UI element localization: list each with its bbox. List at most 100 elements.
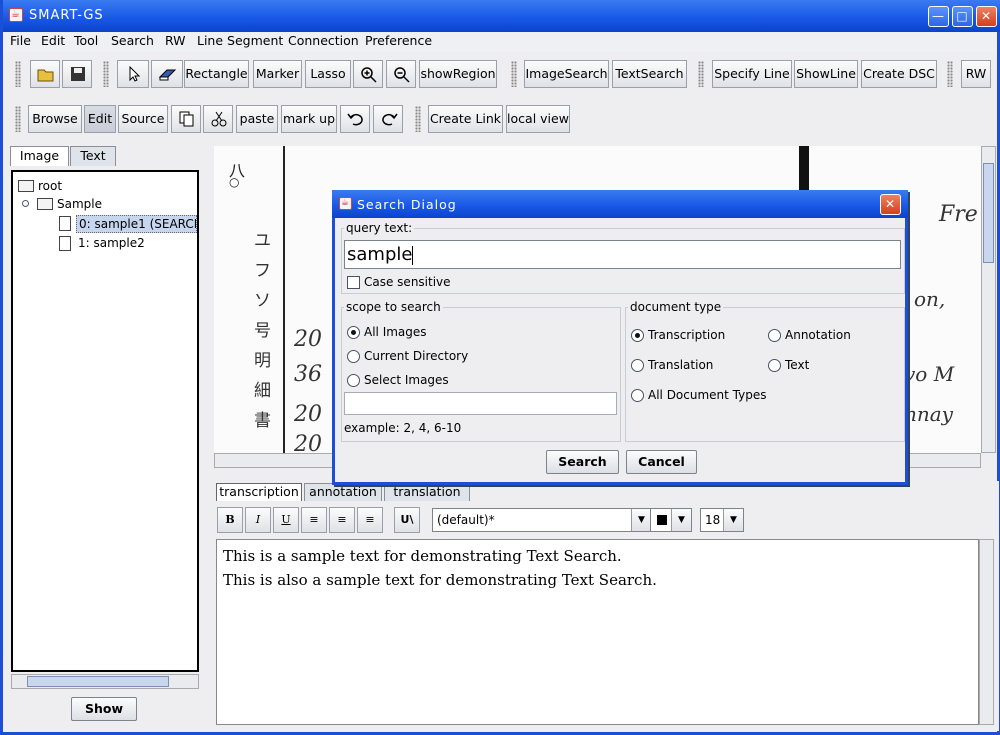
doctype-annotation-radio[interactable] — [768, 329, 781, 342]
menu-search[interactable]: Search — [111, 33, 154, 48]
menu-line-segment[interactable]: Line Segment — [197, 33, 283, 48]
underline-button[interactable]: U — [273, 507, 299, 533]
create-link-button[interactable]: Create Link — [428, 105, 503, 133]
rectangle-button[interactable]: Rectangle — [184, 60, 249, 88]
svg-text:20: 20 — [293, 402, 322, 427]
scope-select-images-radio[interactable] — [347, 374, 360, 387]
create-dsc-button[interactable]: Create DSC — [861, 60, 937, 88]
menu-tool[interactable]: Tool — [74, 33, 98, 48]
align-left-button[interactable]: ≡ — [301, 507, 327, 533]
align-center-icon: ≡ — [337, 513, 347, 526]
tab-translation[interactable]: translation — [384, 483, 470, 501]
browse-mode-button[interactable]: Browse — [28, 105, 82, 133]
toolbar-grip[interactable] — [415, 106, 421, 132]
font-size-select[interactable]: 18 ▼ — [700, 508, 744, 532]
image-search-button[interactable]: ImageSearch — [524, 60, 609, 88]
doctype-transcription-radio[interactable] — [631, 329, 644, 342]
minimize-button[interactable]: — — [928, 6, 949, 27]
scrollbar-thumb[interactable] — [27, 676, 169, 687]
menu-connection[interactable]: Connection — [288, 33, 359, 48]
edit-mode-button[interactable]: Edit — [84, 105, 116, 133]
transcription-text-area[interactable]: This is a sample text for demonstrating … — [216, 539, 979, 725]
local-view-button[interactable]: local view — [506, 105, 570, 133]
query-input-value: sample — [347, 244, 413, 265]
maximize-button[interactable]: □ — [952, 6, 973, 27]
zoom-out-button[interactable] — [386, 60, 416, 88]
editor-vertical-scrollbar[interactable] — [979, 539, 994, 725]
tab-text[interactable]: Text — [70, 146, 116, 166]
scope-all-images-radio[interactable] — [347, 326, 360, 339]
toolbar-grip[interactable] — [947, 61, 953, 87]
close-button[interactable]: ✕ — [976, 6, 997, 27]
toolbar-edit: Browse Edit Source paste mark up Create … — [3, 102, 997, 138]
mark-up-button[interactable]: mark up — [281, 105, 337, 133]
italic-button[interactable]: I — [245, 507, 271, 533]
align-right-button[interactable]: ≡ — [357, 507, 383, 533]
select-pointer-button[interactable] — [117, 60, 149, 88]
query-input[interactable]: sample — [344, 240, 901, 269]
show-region-button[interactable]: showRegion — [419, 60, 497, 88]
cut-button[interactable] — [203, 105, 233, 133]
text-line: This is a sample text for demonstrating … — [223, 547, 622, 565]
source-mode-button[interactable]: Source — [118, 105, 168, 133]
menu-preference[interactable]: Preference — [365, 33, 432, 48]
redo-icon — [382, 113, 398, 126]
doctype-text-radio[interactable] — [768, 359, 781, 372]
menu-edit[interactable]: Edit — [41, 33, 65, 48]
scissors-icon — [211, 111, 227, 127]
zoom-in-button[interactable] — [353, 60, 383, 88]
tree-root[interactable]: root — [38, 179, 62, 193]
show-button[interactable]: Show — [71, 697, 137, 721]
chevron-down-icon[interactable]: ▼ — [631, 509, 651, 531]
font-select[interactable]: (default)* ▼ — [432, 508, 652, 532]
toolbar-grip[interactable] — [15, 61, 21, 87]
chevron-down-icon[interactable]: ▼ — [671, 509, 691, 531]
specify-line-button[interactable]: Specify Line — [712, 60, 792, 88]
tree-folder-sample[interactable]: Sample — [57, 197, 102, 211]
text-search-button[interactable]: TextSearch — [612, 60, 687, 88]
show-line-button[interactable]: ShowLine — [794, 60, 858, 88]
rw-button[interactable]: RW — [961, 60, 991, 88]
select-images-input[interactable] — [344, 392, 617, 415]
title-bar[interactable]: ☕ SMART-GS — □ ✕ — [3, 0, 1000, 32]
toolbar-grip[interactable] — [698, 61, 704, 87]
open-button[interactable] — [30, 60, 60, 88]
dialog-close-button[interactable]: ✕ — [880, 194, 901, 215]
bold-button[interactable]: B — [217, 507, 243, 533]
menu-file[interactable]: File — [10, 33, 31, 48]
cancel-button[interactable]: Cancel — [626, 450, 697, 474]
tab-annotation[interactable]: annotation — [304, 483, 382, 501]
case-sensitive-checkbox[interactable] — [347, 276, 360, 289]
save-button[interactable] — [62, 60, 92, 88]
scrollbar-thumb[interactable] — [983, 163, 994, 263]
tab-transcription[interactable]: transcription — [216, 483, 302, 501]
menu-rw[interactable]: RW — [165, 33, 186, 48]
doctype-translation-label: Translation — [648, 358, 714, 372]
paste-button[interactable]: paste — [236, 105, 278, 133]
image-vertical-scrollbar[interactable] — [981, 146, 996, 453]
toolbar-grip[interactable] — [511, 61, 517, 87]
tree-horizontal-scrollbar[interactable] — [11, 674, 199, 689]
scope-current-directory-radio[interactable] — [347, 350, 360, 363]
tree-item-sample1[interactable]: 0: sample1 (SEARCH — [76, 215, 197, 233]
color-select[interactable]: ▼ — [650, 508, 692, 532]
tab-image[interactable]: Image — [10, 146, 69, 166]
query-label: query text: — [344, 221, 415, 235]
toolbar-grip[interactable] — [103, 61, 109, 87]
undo-button[interactable] — [340, 105, 370, 133]
unicode-button[interactable]: U\ — [394, 507, 420, 533]
marker-button[interactable]: Marker — [253, 60, 302, 88]
lasso-button[interactable]: Lasso — [305, 60, 351, 88]
doctype-all-radio[interactable] — [631, 389, 644, 402]
copy-button[interactable] — [171, 105, 201, 133]
chevron-down-icon[interactable]: ▼ — [723, 509, 743, 531]
toolbar-grip[interactable] — [15, 106, 21, 132]
tree-item-sample2[interactable]: 1: sample2 — [78, 236, 145, 250]
doctype-translation-radio[interactable] — [631, 359, 644, 372]
align-center-button[interactable]: ≡ — [329, 507, 355, 533]
eraser-button[interactable] — [151, 60, 183, 88]
tree-expand-handle[interactable] — [22, 200, 29, 207]
dialog-title-bar[interactable]: ☕ Search Dialog ✕ — [332, 190, 908, 218]
search-button[interactable]: Search — [546, 450, 619, 474]
redo-button[interactable] — [373, 105, 403, 133]
